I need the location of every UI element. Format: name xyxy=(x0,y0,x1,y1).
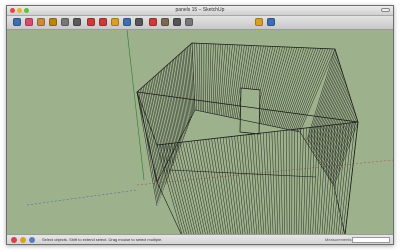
credits-icon[interactable] xyxy=(20,237,26,243)
zoom-tool-icon[interactable] xyxy=(173,18,181,26)
measurements-label: Measurements xyxy=(325,237,352,242)
sketchup-window: panels 15 – SketchUp Select objects. Shi… xyxy=(6,5,394,245)
offset-tool-icon[interactable] xyxy=(123,18,131,26)
line-tool-icon[interactable] xyxy=(49,18,57,26)
tape-measure-tool-icon[interactable] xyxy=(135,18,143,26)
window-title: panels 15 – SketchUp xyxy=(175,7,225,13)
title-bar: panels 15 – SketchUp xyxy=(7,6,393,16)
push-pull-tool-icon[interactable] xyxy=(87,18,95,26)
arc-tool-icon[interactable] xyxy=(73,18,81,26)
rectangle-tool-icon[interactable] xyxy=(61,18,69,26)
zoom-extents-tool-icon[interactable] xyxy=(185,18,193,26)
status-hint: Select objects. Shift to extend select. … xyxy=(42,237,163,242)
pan-tool-icon[interactable] xyxy=(161,18,169,26)
status-bar: Select objects. Shift to extend select. … xyxy=(7,234,393,244)
rotate-tool-icon[interactable] xyxy=(111,18,119,26)
model-info-icon[interactable] xyxy=(267,18,275,26)
orbit-tool-icon[interactable] xyxy=(149,18,157,26)
move-tool-icon[interactable] xyxy=(99,18,107,26)
toolbar-toggle-button[interactable] xyxy=(381,8,390,12)
eraser-tool-icon[interactable] xyxy=(25,18,33,26)
select-tool-icon[interactable] xyxy=(13,18,21,26)
geo-location-icon[interactable] xyxy=(11,237,17,243)
main-toolbar xyxy=(7,16,393,30)
paint-bucket-tool-icon[interactable] xyxy=(37,18,45,26)
help-icon[interactable] xyxy=(29,237,35,243)
measurements-field[interactable] xyxy=(352,237,390,243)
model-viewport[interactable] xyxy=(7,30,393,234)
components-icon[interactable] xyxy=(255,18,263,26)
